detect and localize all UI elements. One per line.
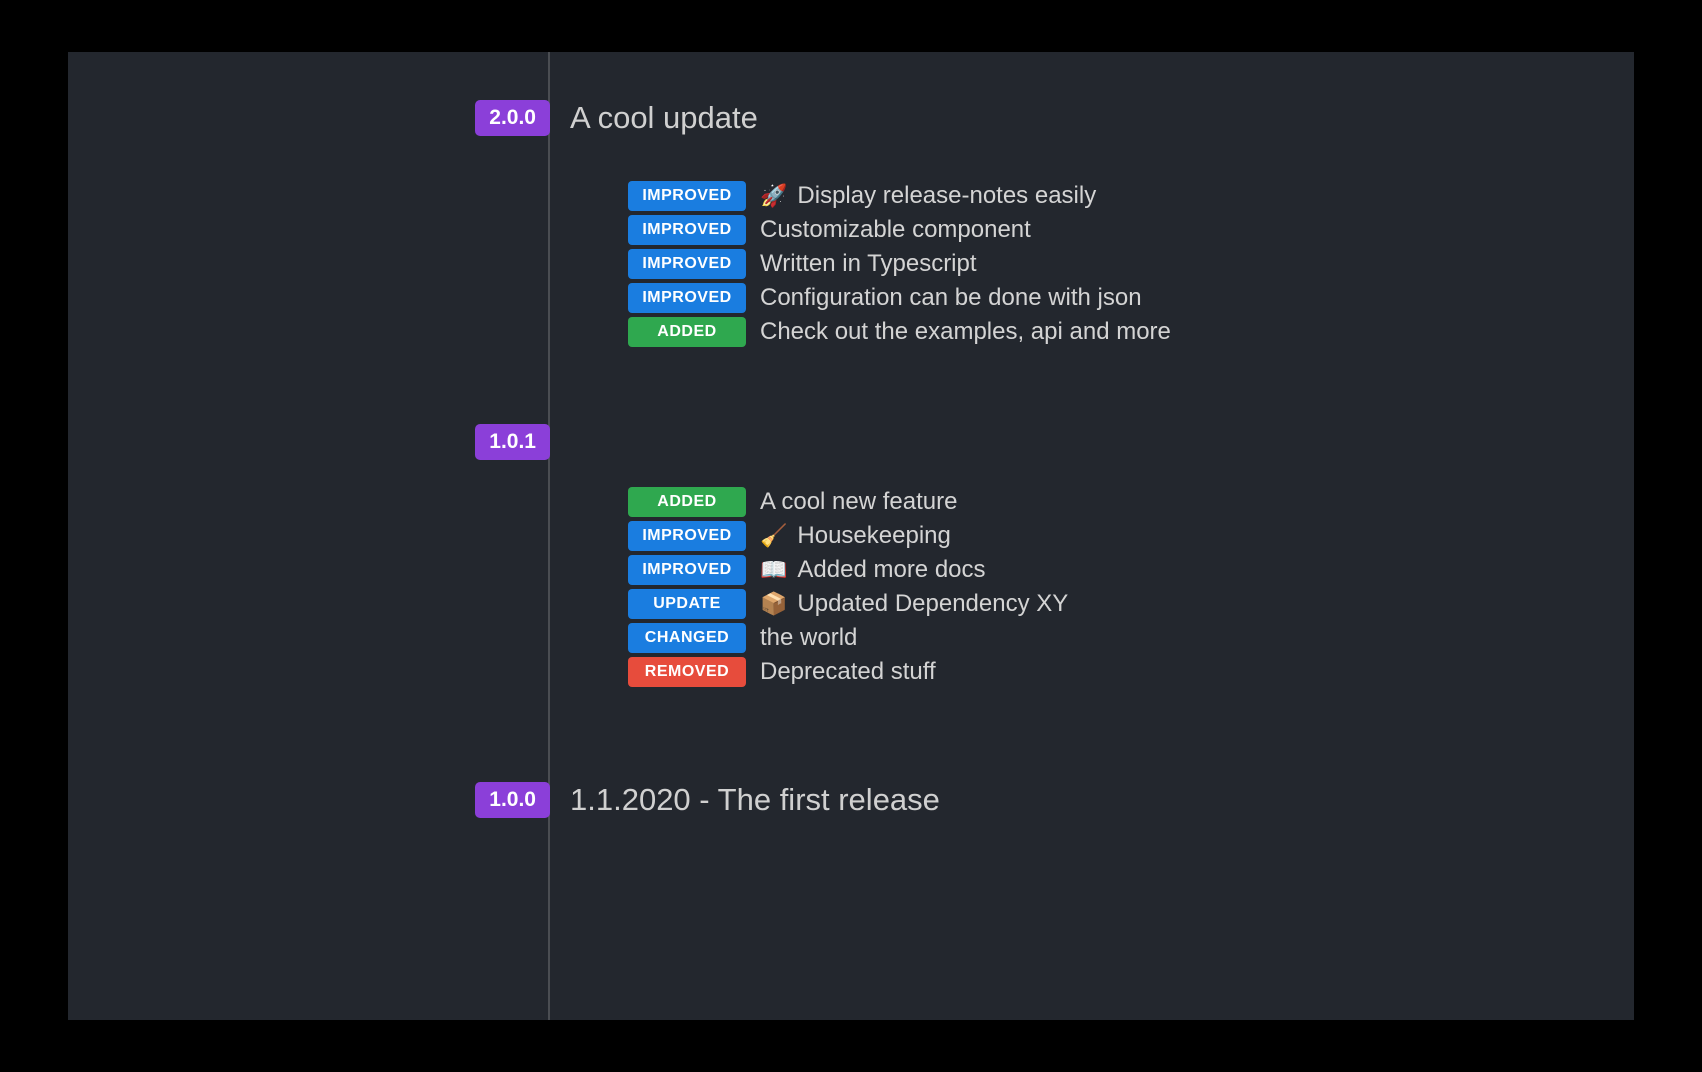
tag-improved: IMPROVED: [628, 215, 746, 245]
changelog-item: UPDATE 📦Updated Dependency XY: [628, 589, 1634, 619]
item-text: Configuration can be done with json: [760, 284, 1142, 312]
releases-list: 2.0.0 A cool update IMPROVED 🚀Display re…: [68, 52, 1634, 818]
item-text: Deprecated stuff: [760, 658, 936, 686]
release-entry: 1.0.1 ADDED A cool new feature IMPROVED …: [68, 442, 1634, 687]
item-text: 🚀Display release-notes easily: [760, 182, 1096, 210]
tag-improved: IMPROVED: [628, 283, 746, 313]
changelog-item: CHANGED the world: [628, 623, 1634, 653]
release-title: 1.1.2020 - The first release: [570, 782, 940, 818]
version-badge: 1.0.0: [475, 782, 550, 818]
book-icon: 📖: [760, 557, 787, 583]
changelog-item: REMOVED Deprecated stuff: [628, 657, 1634, 687]
changelog-item: IMPROVED Written in Typescript: [628, 249, 1634, 279]
item-text: Check out the examples, api and more: [760, 318, 1171, 346]
release-items: ADDED A cool new feature IMPROVED 🧹House…: [628, 487, 1634, 687]
tag-added: ADDED: [628, 487, 746, 517]
changelog-item: ADDED Check out the examples, api and mo…: [628, 317, 1634, 347]
tag-changed: CHANGED: [628, 623, 746, 653]
release-title: A cool update: [570, 100, 758, 136]
changelog-item: IMPROVED Customizable component: [628, 215, 1634, 245]
changelog-panel: 2.0.0 A cool update IMPROVED 🚀Display re…: [68, 52, 1634, 1020]
release-entry: 2.0.0 A cool update IMPROVED 🚀Display re…: [68, 100, 1634, 347]
tag-improved: IMPROVED: [628, 181, 746, 211]
release-header: 2.0.0 A cool update: [68, 100, 1634, 136]
changelog-item: IMPROVED 🚀Display release-notes easily: [628, 181, 1634, 211]
item-text: the world: [760, 624, 857, 652]
changelog-item: IMPROVED 📖Added more docs: [628, 555, 1634, 585]
rocket-icon: 🚀: [760, 183, 787, 209]
tag-removed: REMOVED: [628, 657, 746, 687]
tag-improved: IMPROVED: [628, 249, 746, 279]
tag-improved: IMPROVED: [628, 555, 746, 585]
changelog-item: IMPROVED 🧹Housekeeping: [628, 521, 1634, 551]
version-badge: 1.0.1: [475, 424, 550, 460]
changelog-item: IMPROVED Configuration can be done with …: [628, 283, 1634, 313]
item-text: Customizable component: [760, 216, 1031, 244]
tag-improved: IMPROVED: [628, 521, 746, 551]
item-text: 📦Updated Dependency XY: [760, 590, 1068, 618]
release-items: IMPROVED 🚀Display release-notes easily I…: [628, 181, 1634, 347]
item-text: A cool new feature: [760, 488, 957, 516]
item-text: 🧹Housekeeping: [760, 522, 951, 550]
item-text: Written in Typescript: [760, 250, 977, 278]
version-badge: 2.0.0: [475, 100, 550, 136]
tag-update: UPDATE: [628, 589, 746, 619]
release-header: 1.0.0 1.1.2020 - The first release: [68, 782, 1634, 818]
release-entry: 1.0.0 1.1.2020 - The first release: [68, 782, 1634, 818]
broom-icon: 🧹: [760, 523, 787, 549]
package-icon: 📦: [760, 591, 787, 617]
changelog-item: ADDED A cool new feature: [628, 487, 1634, 517]
tag-added: ADDED: [628, 317, 746, 347]
item-text: 📖Added more docs: [760, 556, 986, 584]
